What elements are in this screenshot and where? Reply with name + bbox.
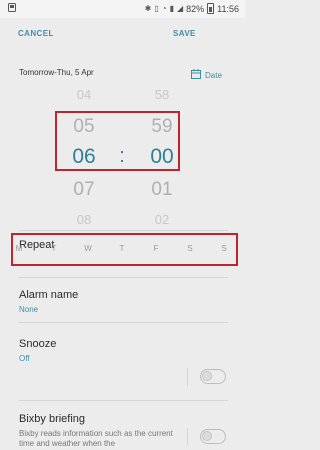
cancel-button[interactable]: CANCEL xyxy=(18,29,54,38)
action-bar: CANCEL SAVE xyxy=(0,18,245,54)
snooze-setting[interactable]: Snooze Off xyxy=(19,338,229,363)
bixby-briefing-title: Bixby briefing xyxy=(19,413,86,425)
minute-option[interactable]: 01 xyxy=(142,179,182,201)
date-button[interactable]: Date xyxy=(191,66,222,84)
signal-icon: ◢ xyxy=(176,4,184,13)
alarm-name-setting[interactable]: Alarm name None xyxy=(19,289,229,314)
toggle-knob xyxy=(202,371,212,381)
bixby-briefing-setting[interactable]: Bixby briefing Bixby reads information s… xyxy=(19,413,229,449)
date-button-label: Date xyxy=(205,70,222,80)
alarm-name-value: None xyxy=(19,305,39,314)
divider xyxy=(19,277,228,278)
alarm-date-label: Tomorrow-Thu, 5 Apr xyxy=(19,68,94,77)
minute-option[interactable]: 02 xyxy=(142,212,182,224)
date-row: Tomorrow-Thu, 5 Apr Date xyxy=(0,58,245,86)
battery-icon xyxy=(207,3,215,14)
bluetooth-icon: ✱ xyxy=(144,4,152,13)
save-button[interactable]: SAVE xyxy=(173,29,196,38)
vibrate-icon: ▯ xyxy=(154,4,159,13)
battery-percent: 82% xyxy=(186,3,205,14)
status-bar: ✱ ▯ ◔ ▮ ◢ 82% 11:56 xyxy=(0,0,245,18)
calendar-icon xyxy=(191,66,201,84)
minute-option[interactable]: 58 xyxy=(142,87,182,102)
hour-option[interactable]: 04 xyxy=(64,87,104,102)
wifi-icon: ◔ xyxy=(161,4,167,13)
hour-option[interactable]: 08 xyxy=(64,212,104,224)
snooze-toggle[interactable] xyxy=(200,369,226,384)
bixby-briefing-description: Bixby reads information such as the curr… xyxy=(19,429,173,448)
hour-option[interactable]: 07 xyxy=(64,179,104,201)
snooze-title: Snooze xyxy=(19,338,57,350)
status-time: 11:56 xyxy=(217,3,239,14)
divider xyxy=(19,400,228,401)
time-highlight-box xyxy=(55,111,180,171)
snooze-value: Off xyxy=(19,354,30,363)
bixby-toggle[interactable] xyxy=(200,429,226,444)
row-separator xyxy=(187,428,188,446)
divider xyxy=(19,230,228,231)
divider xyxy=(19,322,228,323)
gallery-notification-icon xyxy=(8,3,16,14)
toggle-knob xyxy=(202,431,212,441)
sim-icon: ▮ xyxy=(169,4,174,13)
alarm-name-title: Alarm name xyxy=(19,289,79,301)
row-separator xyxy=(187,368,188,386)
days-highlight-box xyxy=(11,233,238,266)
